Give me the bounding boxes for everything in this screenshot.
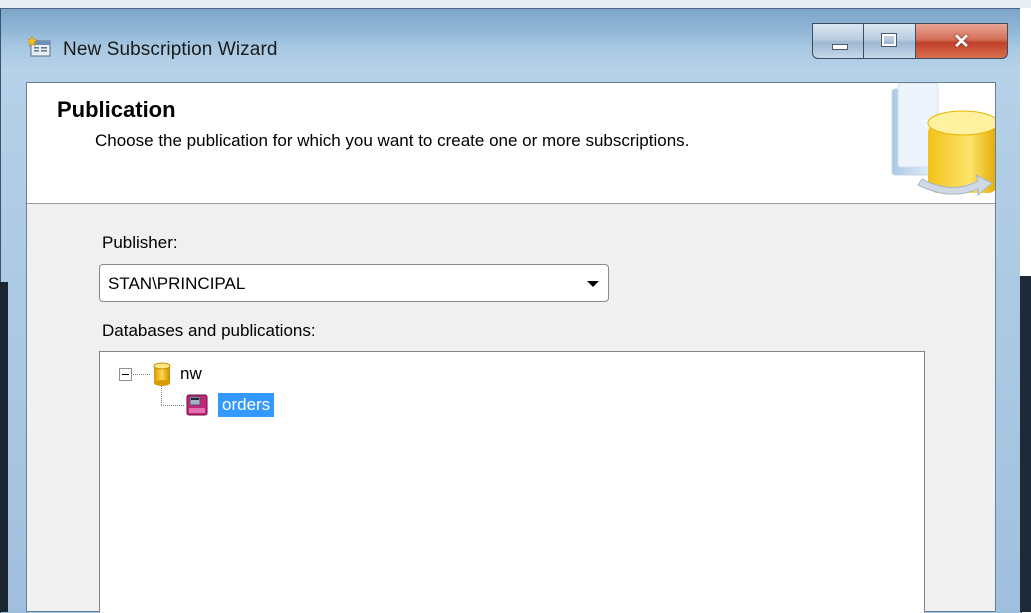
databases-publications-tree[interactable]: nw orders [99, 351, 925, 613]
minimize-button[interactable] [812, 23, 864, 59]
chevron-down-icon[interactable] [587, 281, 599, 287]
close-icon: ✕ [953, 31, 970, 53]
publication-icon [186, 394, 208, 421]
databases-publications-label: Databases and publications: [102, 321, 316, 340]
tree-node-publication-selected[interactable]: orders [218, 393, 275, 417]
database-icon [152, 362, 172, 391]
desktop-right-edge [1020, 276, 1031, 612]
wizard-client-area: Publication Choose the publication for w… [26, 82, 999, 613]
page-title: Publication [57, 97, 176, 122]
desktop-strip [0, 0, 1031, 8]
publisher-label: Publisher: [102, 233, 178, 252]
new-subscription-wizard-window: New Subscription Wizard ✕ Publication Ch… [0, 0, 1031, 613]
tree-node-database[interactable]: nw [180, 364, 202, 384]
wizard-app-icon [26, 35, 51, 57]
close-button[interactable]: ✕ [916, 23, 1008, 59]
publisher-value: STAN\PRINCIPAL [108, 274, 246, 293]
title-bar[interactable]: New Subscription Wizard ✕ [18, 12, 1008, 72]
window-title: New Subscription Wizard [63, 39, 278, 60]
publisher-dropdown[interactable]: STAN\PRINCIPAL [99, 264, 609, 302]
maximize-button[interactable] [864, 23, 916, 59]
collapse-expander-icon[interactable] [119, 368, 132, 381]
page-subtitle: Choose the publication for which you wan… [95, 131, 690, 150]
desktop-left-edge [0, 282, 8, 612]
wizard-header: Publication Choose the publication for w… [27, 82, 999, 204]
database-arrow-icon [882, 82, 999, 203]
tree-connector [133, 374, 150, 375]
caption-buttons: ✕ [812, 23, 1016, 61]
tree-connector [161, 405, 184, 406]
maximize-icon [881, 33, 897, 47]
minimize-icon [832, 44, 848, 50]
